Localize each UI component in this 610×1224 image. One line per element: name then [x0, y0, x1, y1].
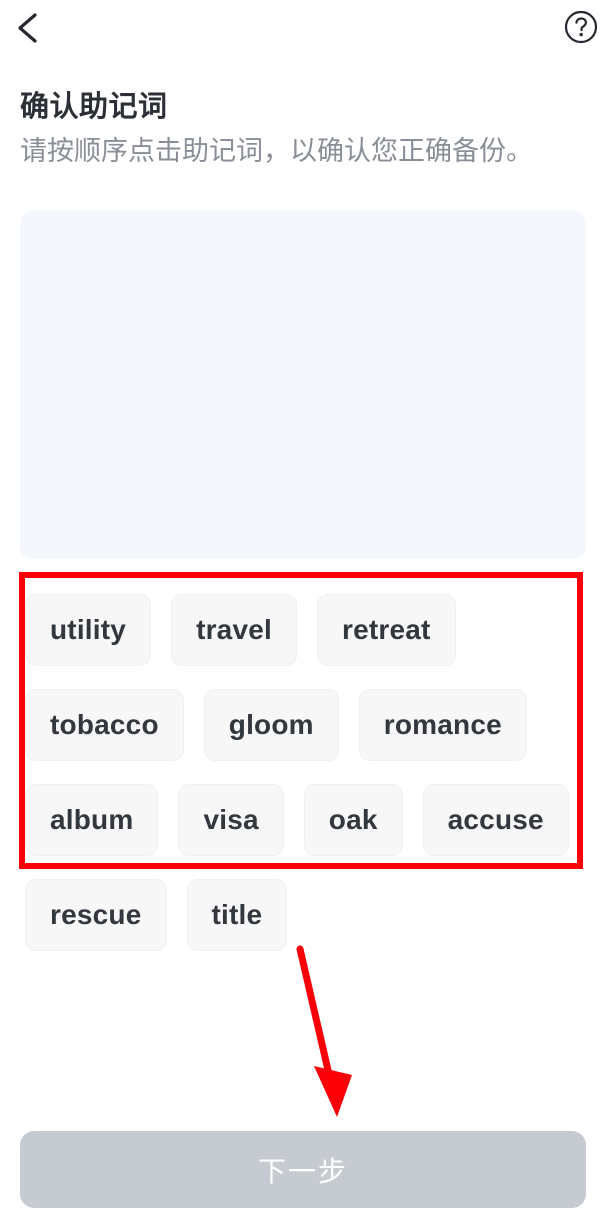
- page-subtitle: 请按顺序点击助记词，以确认您正确备份。: [20, 136, 533, 166]
- question-circle-icon: [564, 10, 598, 44]
- top-bar: [0, 0, 610, 56]
- arrow-annotation: [280, 935, 370, 1125]
- help-button[interactable]: [563, 9, 599, 45]
- word-pool: utility travel retreat tobacco gloom rom…: [25, 594, 577, 951]
- word-chip[interactable]: oak: [303, 784, 403, 856]
- selected-words-panel[interactable]: [20, 211, 586, 559]
- word-chip[interactable]: accuse: [422, 784, 569, 856]
- word-chip[interactable]: album: [25, 784, 159, 856]
- word-chip[interactable]: rescue: [25, 879, 167, 951]
- word-chip[interactable]: tobacco: [25, 689, 184, 761]
- word-chip[interactable]: retreat: [316, 594, 456, 666]
- word-chip[interactable]: gloom: [203, 689, 339, 761]
- word-chip[interactable]: romance: [358, 689, 527, 761]
- back-button[interactable]: [6, 4, 50, 52]
- next-button[interactable]: 下一步: [20, 1131, 586, 1208]
- word-chip[interactable]: travel: [171, 594, 297, 666]
- chevron-left-icon: [15, 11, 41, 45]
- word-chip[interactable]: visa: [178, 784, 284, 856]
- word-chip[interactable]: title: [186, 879, 288, 951]
- word-chip[interactable]: utility: [25, 594, 152, 666]
- page-title: 确认助记词: [20, 91, 168, 123]
